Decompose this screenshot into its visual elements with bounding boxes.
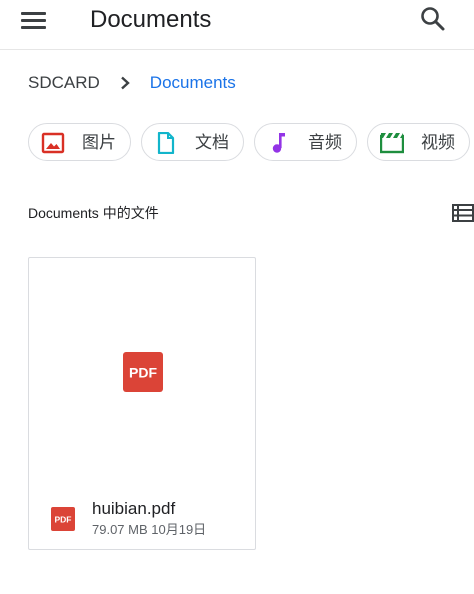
chip-audio[interactable]: 音频 bbox=[254, 123, 357, 161]
chip-label: 音频 bbox=[308, 133, 342, 152]
file-card[interactable]: PDF PDF huibian.pdf 79.07 MB 10月19日 bbox=[28, 257, 256, 550]
pdf-icon: PDF bbox=[123, 352, 163, 392]
top-app-bar: Documents bbox=[0, 0, 474, 50]
chip-label: 文档 bbox=[195, 133, 229, 152]
search-icon[interactable] bbox=[418, 4, 448, 34]
music-note-icon bbox=[267, 132, 291, 154]
image-icon bbox=[41, 132, 65, 154]
document-icon bbox=[154, 131, 178, 155]
page-title: Documents bbox=[90, 6, 212, 33]
file-name: huibian.pdf bbox=[92, 499, 176, 518]
pdf-icon: PDF bbox=[51, 507, 75, 531]
breadcrumb-current[interactable]: Documents bbox=[150, 73, 236, 93]
chip-video[interactable]: 视频 bbox=[367, 123, 470, 161]
breadcrumb: SDCARD Documents bbox=[28, 70, 236, 96]
pdf-icon-label: PDF bbox=[129, 365, 157, 381]
hamburger-menu-icon[interactable] bbox=[20, 8, 48, 36]
chip-label: 视频 bbox=[421, 133, 455, 152]
breadcrumb-root[interactable]: SDCARD bbox=[28, 73, 100, 93]
chevron-right-icon bbox=[118, 76, 132, 90]
chip-images[interactable]: 图片 bbox=[28, 123, 131, 161]
chip-documents[interactable]: 文档 bbox=[141, 123, 244, 161]
section-title: Documents 中的文件 bbox=[28, 205, 159, 221]
list-view-icon[interactable] bbox=[452, 203, 474, 223]
file-meta: 79.07 MB 10月19日 bbox=[92, 522, 207, 537]
video-clapper-icon bbox=[379, 132, 405, 154]
chip-label: 图片 bbox=[82, 133, 116, 152]
pdf-icon-label: PDF bbox=[55, 515, 72, 525]
